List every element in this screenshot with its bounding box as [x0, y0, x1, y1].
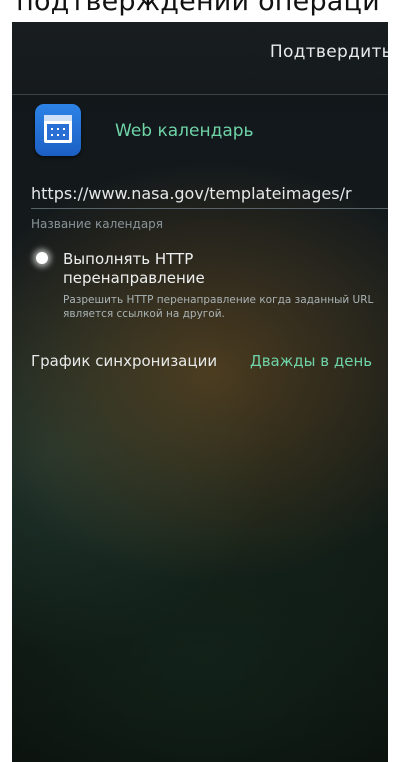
- action-bar-divider: [12, 94, 388, 95]
- http-redirect-checkbox[interactable]: [36, 252, 48, 264]
- confirm-button[interactable]: Подтвердить: [270, 42, 388, 62]
- sync-schedule-label: График синхронизации: [31, 352, 218, 370]
- calendar-icon: [35, 104, 81, 156]
- http-redirect-title[interactable]: Выполнять HTTP перенаправление: [63, 250, 293, 288]
- app-name: Web календарь: [115, 121, 254, 141]
- http-redirect-description: Разрешить HTTP перенаправление когда зад…: [63, 294, 374, 320]
- calendar-url-input[interactable]: https://www.nasa.gov/templateimages/r: [31, 183, 388, 209]
- phone-screen: Подтвердить Web календарь https://www.na…: [12, 22, 388, 762]
- sync-schedule-value[interactable]: Дважды в день: [250, 352, 372, 370]
- top-caption: подтверждении операци: [16, 0, 380, 17]
- action-bar: Подтвердить: [12, 22, 388, 94]
- calendar-url-hint: Название календаря: [31, 217, 164, 231]
